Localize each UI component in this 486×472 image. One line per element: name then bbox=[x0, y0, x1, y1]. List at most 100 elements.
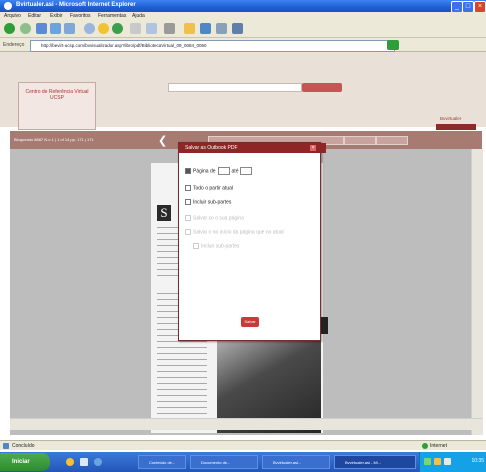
media-icon[interactable] bbox=[112, 23, 123, 34]
back-icon[interactable] bbox=[4, 23, 15, 34]
history-icon[interactable] bbox=[130, 23, 141, 34]
dialog-title: Salvar as Outbook PDF bbox=[179, 143, 326, 153]
option-label: Página de bbox=[193, 168, 216, 175]
folder-icon[interactable] bbox=[184, 23, 195, 34]
checkbox-include-subparts[interactable] bbox=[185, 199, 191, 205]
system-tray: 10:35 bbox=[419, 452, 486, 472]
window-title: Bvirtualer.asi - Microsoft Internet Expl… bbox=[16, 2, 136, 8]
text-line bbox=[157, 407, 207, 408]
mail-icon[interactable] bbox=[146, 23, 157, 34]
site-search-input[interactable] bbox=[168, 83, 302, 92]
option-label: Salvar so o sua página bbox=[193, 215, 244, 222]
tray-icon[interactable] bbox=[434, 458, 441, 465]
quicklaunch-icon[interactable] bbox=[94, 458, 102, 466]
option-label: Salvar o no início da página que no atua… bbox=[193, 229, 284, 236]
search-icon[interactable] bbox=[84, 23, 95, 34]
home-icon[interactable] bbox=[64, 23, 75, 34]
quicklaunch-icon[interactable] bbox=[80, 458, 88, 466]
checkbox-include-subparts-2 bbox=[193, 243, 199, 249]
option-include-subparts-2: Incluir sub-partes bbox=[193, 243, 239, 249]
taskbar-item[interactable]: Bvvirtualer.asi... bbox=[262, 455, 330, 469]
menu-exibir[interactable]: Exibir bbox=[50, 13, 63, 19]
ie-icon bbox=[4, 2, 12, 10]
page-done-icon bbox=[3, 443, 9, 449]
taskbar-item[interactable]: Documento de... bbox=[190, 455, 258, 469]
save-pdf-dialog: Salvar as Outbook PDF × Página de até Tod… bbox=[178, 142, 326, 341]
dialog-close-button[interactable]: × bbox=[310, 145, 316, 151]
text-line bbox=[157, 383, 207, 384]
save-button[interactable]: Salvar bbox=[241, 317, 259, 327]
page-marker bbox=[321, 317, 328, 334]
option-to-label: até bbox=[231, 168, 239, 175]
checkbox-page-range[interactable] bbox=[185, 168, 191, 174]
research-icon[interactable] bbox=[232, 23, 243, 34]
option-label: Incluir sub-partes bbox=[201, 243, 240, 250]
messenger-icon[interactable] bbox=[200, 23, 211, 34]
toolbar bbox=[0, 20, 486, 38]
prev-page-icon[interactable]: ❮ bbox=[158, 134, 167, 147]
text-line bbox=[157, 347, 207, 348]
page-info: Bloqueado 8887 N.o 1 | 1 of 14 pp. 171 |… bbox=[14, 137, 94, 142]
status-text: Concluído bbox=[12, 443, 35, 449]
nav-tab[interactable] bbox=[376, 136, 408, 145]
address-label: Endereço bbox=[3, 42, 25, 48]
globe-icon bbox=[422, 443, 428, 449]
menu-arquivo[interactable]: Arquivo bbox=[4, 13, 21, 19]
menu-favoritos[interactable]: Favoritos bbox=[70, 13, 91, 19]
option-save-from-start: Salvar o no início da página que no atua… bbox=[185, 229, 284, 235]
option-current-part[interactable]: Todo o partir atual bbox=[185, 185, 233, 191]
address-bar: Endereço http://bevirt-ucsp.com/bvvisual… bbox=[0, 38, 486, 52]
drop-cap: S bbox=[157, 205, 171, 221]
checkbox-save-page bbox=[185, 215, 191, 221]
text-line bbox=[157, 365, 207, 366]
checkbox-save-from-start bbox=[185, 229, 191, 235]
menubar: Arquivo Editar Exibir Favoritos Ferramen… bbox=[0, 12, 486, 20]
text-line bbox=[157, 377, 207, 378]
tools-icon[interactable] bbox=[216, 23, 227, 34]
taskbar: Iniciar Conteúdo de... Documento de... B… bbox=[0, 452, 486, 472]
taskbar-item-active[interactable]: Bvvirtualer.asi - Mi... bbox=[334, 455, 416, 469]
quicklaunch-icon[interactable] bbox=[66, 458, 74, 466]
site-search-button[interactable] bbox=[302, 83, 342, 92]
text-line bbox=[157, 359, 207, 360]
header-link[interactable]: Bvvirtualer bbox=[440, 116, 461, 121]
tray-icon[interactable] bbox=[424, 458, 431, 465]
option-page-range[interactable]: Página de até bbox=[185, 167, 254, 175]
site-logo[interactable]: Centro de Referência Virtual UCSP bbox=[18, 82, 96, 130]
forward-icon[interactable] bbox=[20, 23, 31, 34]
window-titlebar: Bvirtualer.asi - Microsoft Internet Expl… bbox=[0, 0, 486, 13]
text-line bbox=[157, 341, 207, 342]
print-icon[interactable] bbox=[164, 23, 175, 34]
option-save-page: Salvar so o sua página bbox=[185, 215, 244, 221]
vertical-scrollbar[interactable] bbox=[471, 149, 483, 435]
clock: 10:35 bbox=[471, 458, 484, 464]
text-line bbox=[157, 413, 207, 414]
header-button[interactable] bbox=[436, 124, 476, 130]
option-label: Incluir sub-partes bbox=[193, 199, 232, 206]
menu-ferramentas[interactable]: Ferramentas bbox=[98, 13, 126, 19]
address-input[interactable]: http://bevirt-ucsp.com/bvvisualizador.as… bbox=[30, 40, 395, 52]
nav-tab[interactable] bbox=[344, 136, 376, 145]
zone-text: Internet bbox=[430, 443, 447, 449]
text-line bbox=[157, 389, 207, 390]
text-line bbox=[157, 371, 207, 372]
favorites-icon[interactable] bbox=[98, 23, 109, 34]
status-bar: Concluído Internet bbox=[0, 440, 486, 450]
refresh-icon[interactable] bbox=[50, 23, 61, 34]
page-to-input[interactable] bbox=[240, 167, 253, 175]
checkbox-current-part[interactable] bbox=[185, 185, 191, 191]
text-line bbox=[157, 401, 207, 402]
go-button[interactable] bbox=[387, 40, 399, 50]
horizontal-scrollbar[interactable] bbox=[10, 418, 482, 430]
option-label: Todo o partir atual bbox=[193, 185, 234, 192]
page-from-input[interactable] bbox=[217, 167, 230, 175]
option-include-subparts[interactable]: Incluir sub-partes bbox=[185, 199, 231, 205]
stop-icon[interactable] bbox=[36, 23, 47, 34]
menu-ajuda[interactable]: Ajuda bbox=[132, 13, 145, 19]
start-button[interactable]: Iniciar bbox=[0, 453, 50, 471]
taskbar-item[interactable]: Conteúdo de... bbox=[138, 455, 186, 469]
tray-icon[interactable] bbox=[444, 458, 451, 465]
text-line bbox=[157, 353, 207, 354]
menu-editar[interactable]: Editar bbox=[28, 13, 41, 19]
text-line bbox=[157, 395, 207, 396]
